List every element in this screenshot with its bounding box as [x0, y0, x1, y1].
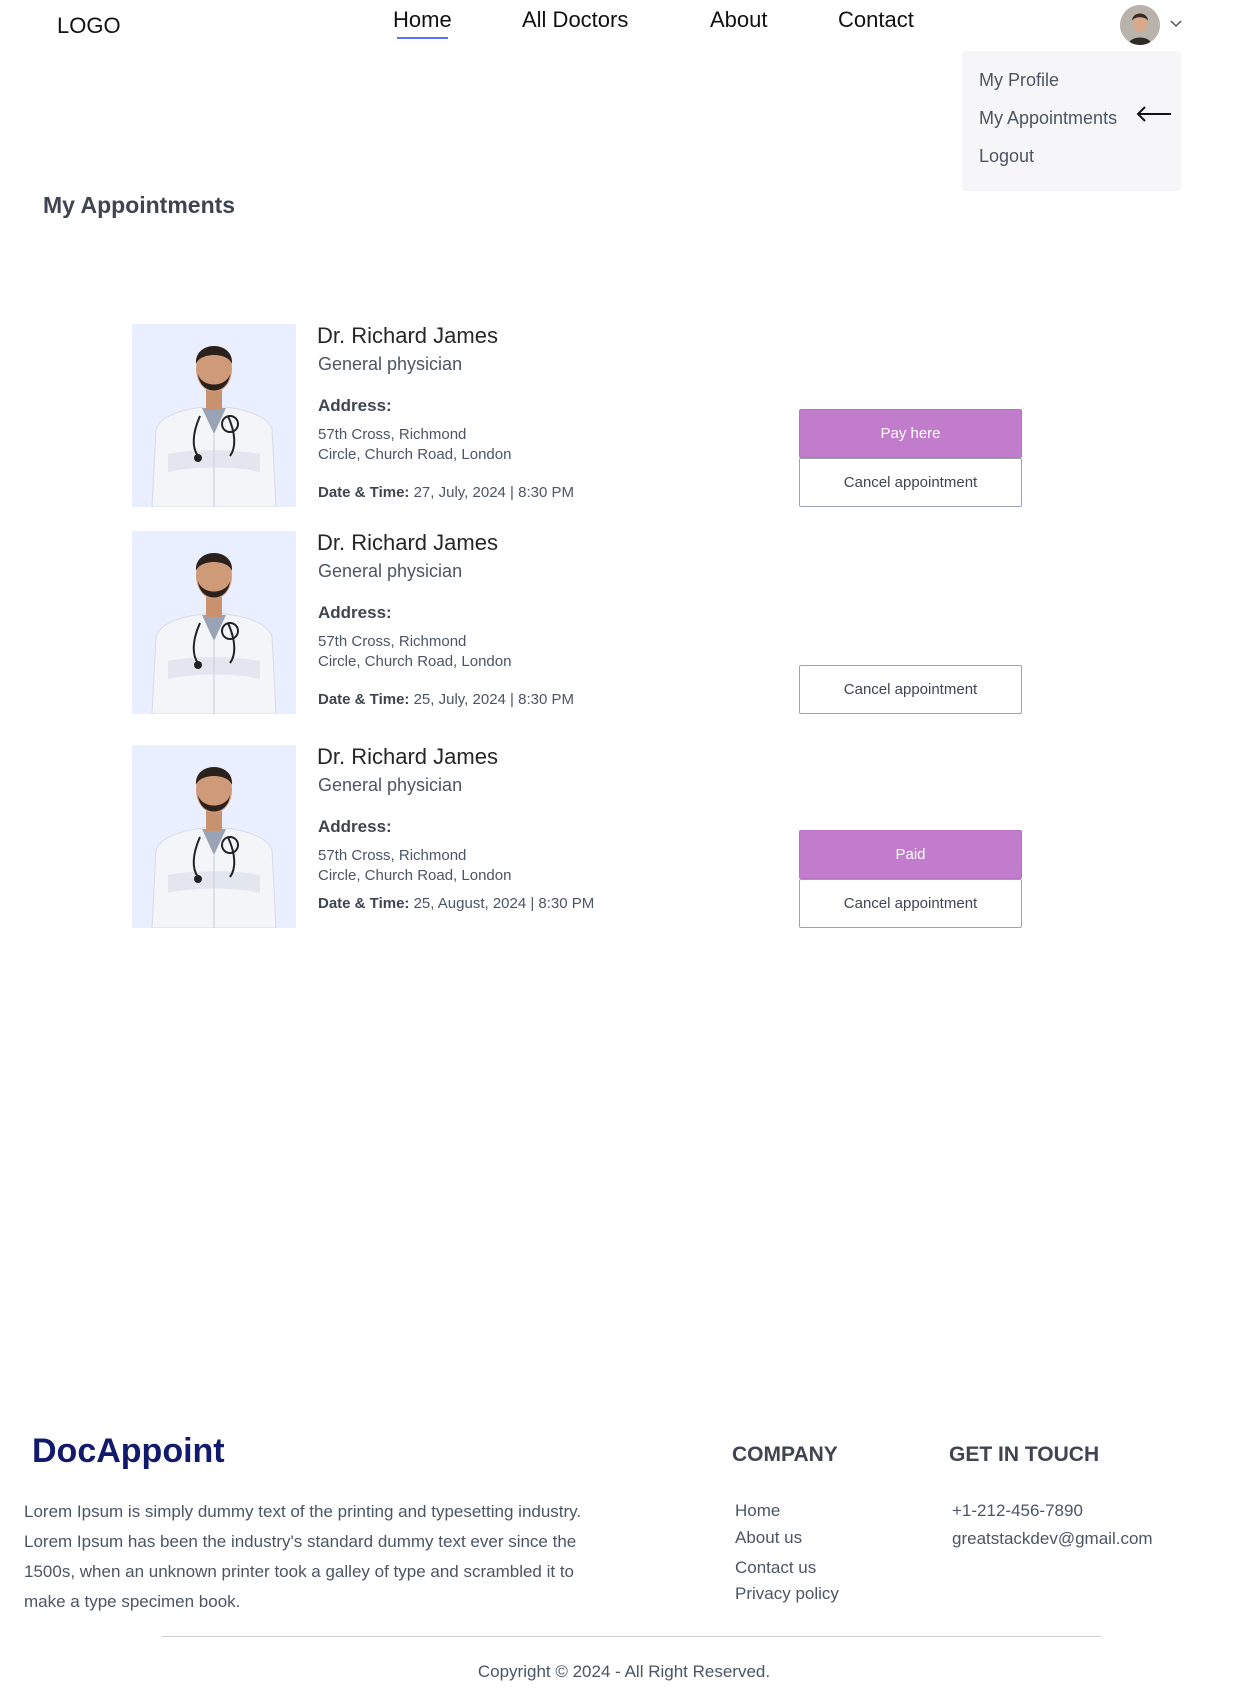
- menu-my-appointments[interactable]: My Appointments: [979, 108, 1117, 129]
- doctor-name: Dr. Richard James: [317, 323, 498, 348]
- cancel-appointment-button[interactable]: Cancel appointment: [799, 458, 1022, 507]
- address-line-1: 57th Cross, Richmond: [318, 847, 467, 864]
- avatar-image: [1120, 5, 1160, 45]
- address-line-1: 57th Cross, Richmond: [318, 633, 467, 650]
- copyright: Copyright © 2024 - All Right Reserved.: [477, 1662, 771, 1681]
- address-line-2: Circle, Church Road, London: [318, 867, 512, 884]
- appointment-datetime: Date & Time: 25, July, 2024 | 8:30 PM: [318, 691, 574, 708]
- cancel-appointment-button[interactable]: Cancel appointment: [799, 665, 1022, 714]
- address-label: Address:: [318, 817, 392, 836]
- paid-button[interactable]: Paid: [799, 830, 1022, 879]
- arrow-left-icon: [1136, 106, 1171, 122]
- datetime-label: Date & Time:: [318, 895, 410, 912]
- doctor-name: Dr. Richard James: [317, 530, 498, 555]
- footer-link-privacy-policy[interactable]: Privacy policy: [735, 1584, 839, 1604]
- appointment-datetime: Date & Time: 27, July, 2024 | 8:30 PM: [318, 484, 574, 501]
- footer-description: Lorem Ipsum is simply dummy text of the …: [24, 1502, 582, 1611]
- doctor-speciality: General physician: [318, 561, 463, 581]
- datetime-value: 27, July, 2024 | 8:30 PM: [413, 484, 574, 501]
- address-label: Address:: [318, 603, 392, 622]
- footer-link-home[interactable]: Home: [735, 1501, 780, 1521]
- address-line-2: Circle, Church Road, London: [318, 653, 512, 670]
- datetime-label: Date & Time:: [318, 691, 410, 708]
- doctor-image: [132, 745, 296, 928]
- footer-divider: [162, 1636, 1101, 1637]
- nav-home[interactable]: Home: [393, 7, 452, 39]
- company-heading: COMPANY: [732, 1443, 838, 1466]
- address-line-1: 57th Cross, Richmond: [318, 426, 467, 443]
- nav-about[interactable]: About: [710, 7, 768, 33]
- footer-email[interactable]: greatstackdev@gmail.com: [952, 1529, 1153, 1549]
- doctor-name: Dr. Richard James: [317, 744, 498, 769]
- datetime-value: 25, August, 2024 | 8:30 PM: [413, 895, 595, 912]
- footer-phone: +1-212-456-7890: [952, 1501, 1083, 1520]
- nav-all-doctors[interactable]: All Doctors: [522, 7, 628, 33]
- doctor-speciality: General physician: [318, 775, 463, 795]
- footer-link-about-us[interactable]: About us: [735, 1528, 802, 1548]
- footer-link-contact-us[interactable]: Contact us: [735, 1558, 816, 1578]
- datetime-label: Date & Time:: [318, 484, 410, 501]
- page-title: My Appointments: [43, 192, 236, 218]
- pay-here-button[interactable]: Pay here: [799, 409, 1022, 458]
- address-line-2: Circle, Church Road, London: [318, 446, 512, 463]
- doctor-speciality: General physician: [318, 354, 463, 374]
- footer-brand: DocAppoint: [32, 1432, 225, 1470]
- menu-logout[interactable]: Logout: [979, 146, 1034, 167]
- user-avatar[interactable]: [1120, 5, 1160, 45]
- get-in-touch-heading: GET IN TOUCH: [949, 1443, 1100, 1466]
- logo[interactable]: LOGO: [57, 13, 121, 39]
- cancel-appointment-button[interactable]: Cancel appointment: [799, 879, 1022, 928]
- doctor-image: [132, 531, 296, 714]
- menu-my-profile[interactable]: My Profile: [979, 70, 1059, 91]
- chevron-down-icon[interactable]: [1167, 14, 1185, 32]
- address-label: Address:: [318, 396, 392, 415]
- appointment-datetime: Date & Time: 25, August, 2024 | 8:30 PM: [318, 895, 594, 912]
- nav-contact[interactable]: Contact: [838, 7, 914, 33]
- doctor-image: [132, 324, 296, 507]
- datetime-value: 25, July, 2024 | 8:30 PM: [413, 691, 574, 708]
